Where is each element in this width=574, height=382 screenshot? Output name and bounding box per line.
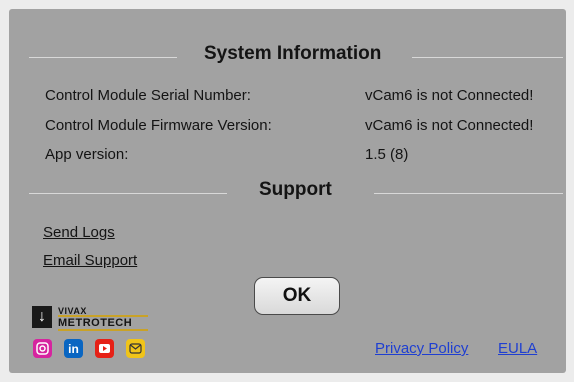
youtube-icon[interactable] bbox=[95, 339, 114, 358]
firmware-version-value: vCam6 is not Connected! bbox=[365, 117, 534, 134]
system-info-header: System Information bbox=[29, 43, 563, 71]
divider bbox=[374, 193, 563, 194]
logo-bar bbox=[58, 329, 148, 331]
system-info-title: System Information bbox=[204, 43, 382, 64]
vivax-metrotech-logo: ↓ VIVAX METROTECH bbox=[32, 306, 152, 332]
firmware-version-label: Control Module Firmware Version: bbox=[45, 117, 272, 134]
support-title: Support bbox=[259, 179, 332, 200]
system-info-dialog: System Information Control Module Serial… bbox=[9, 9, 566, 373]
support-header: Support bbox=[29, 179, 563, 207]
instagram-icon[interactable] bbox=[33, 339, 52, 358]
logo-mark-icon: ↓ bbox=[32, 306, 52, 328]
logo-line2: METROTECH bbox=[58, 317, 133, 329]
linkedin-icon[interactable]: in bbox=[64, 339, 83, 358]
eula-link[interactable]: EULA bbox=[498, 340, 537, 357]
send-logs-link[interactable]: Send Logs bbox=[43, 224, 115, 241]
app-version-label: App version: bbox=[45, 146, 129, 163]
serial-number-label: Control Module Serial Number: bbox=[45, 87, 251, 104]
divider bbox=[29, 57, 177, 58]
email-icon[interactable] bbox=[126, 339, 145, 358]
app-version-value: 1.5 (8) bbox=[365, 146, 409, 163]
ok-button[interactable]: OK bbox=[254, 277, 340, 315]
email-support-link[interactable]: Email Support bbox=[43, 252, 137, 269]
serial-number-value: vCam6 is not Connected! bbox=[365, 87, 534, 104]
divider bbox=[29, 193, 227, 194]
privacy-policy-link[interactable]: Privacy Policy bbox=[375, 340, 468, 357]
divider bbox=[412, 57, 563, 58]
